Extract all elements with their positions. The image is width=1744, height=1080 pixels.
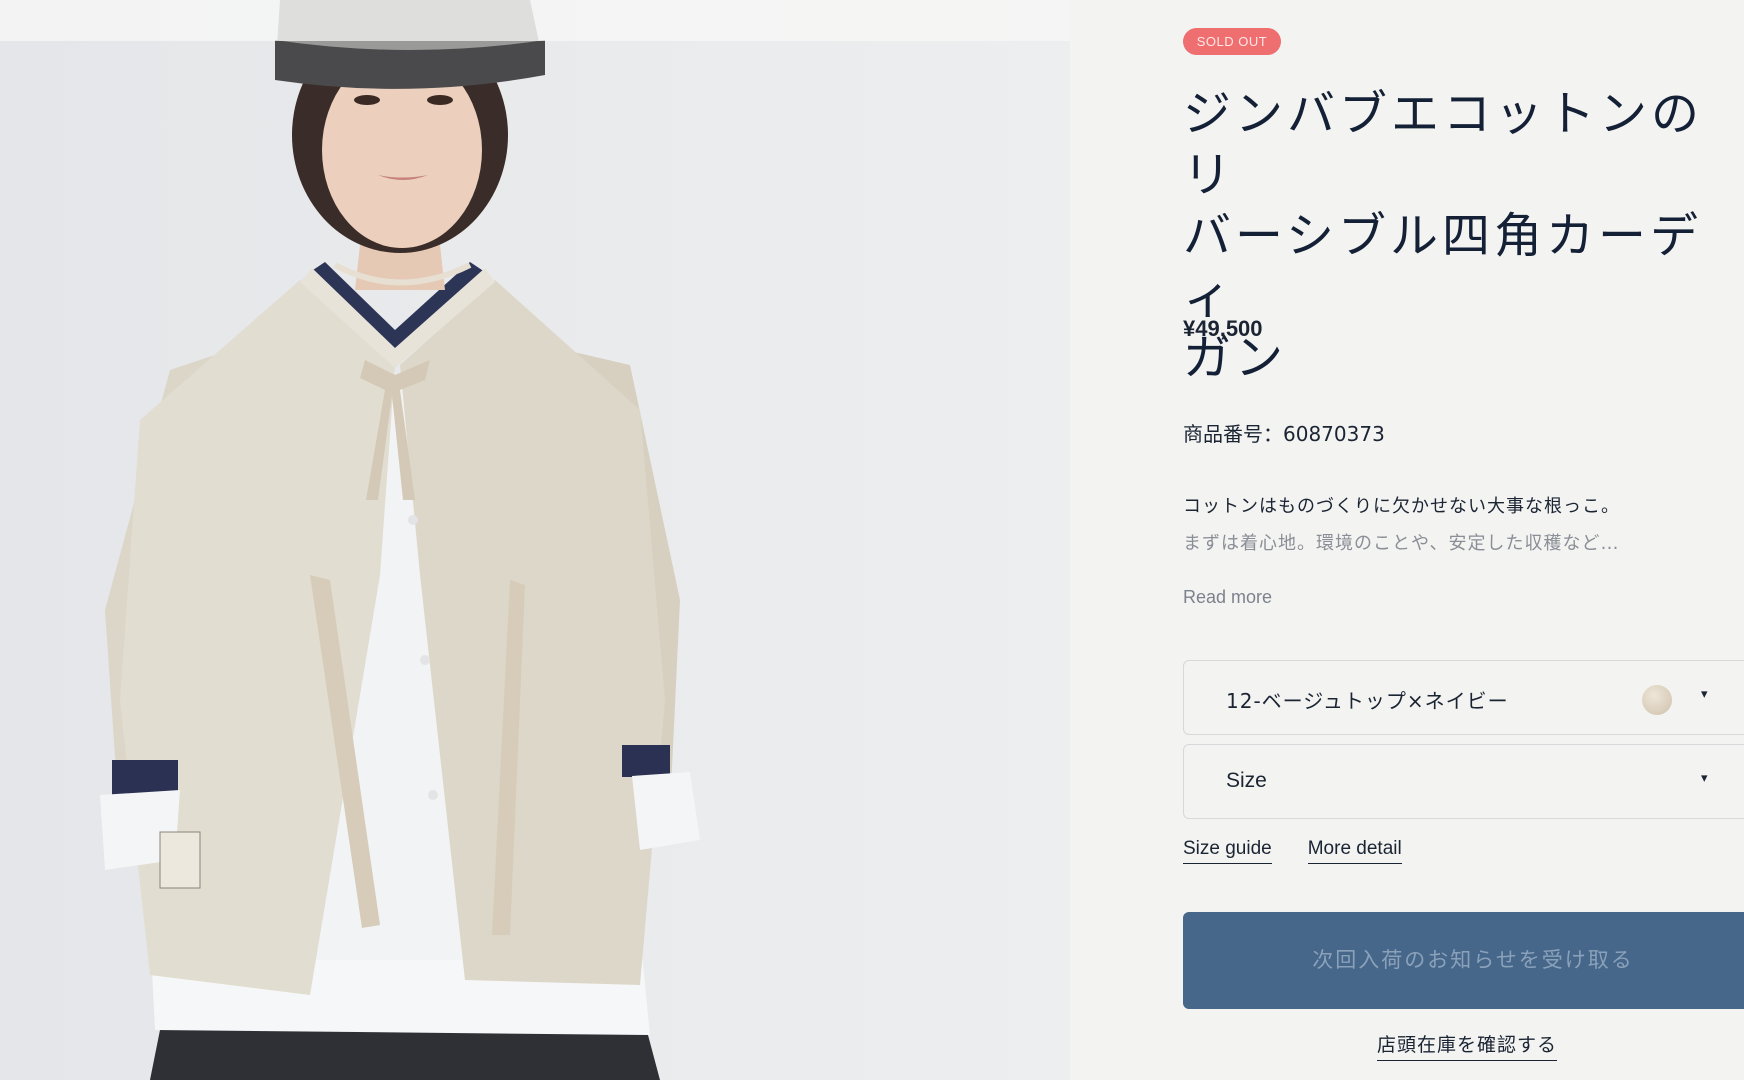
product-title: ジンバブエコットンのリ バーシブル四角カーディ ガン (1183, 84, 1743, 389)
chevron-down-icon: ▾ (1701, 687, 1708, 702)
description-line-1: コットンはものづくりに欠かせない大事な根っこ。 (1183, 496, 1620, 517)
size-select[interactable]: Size ▾ (1183, 744, 1744, 819)
description-line-2: まずは着心地。環境のことや、安定した収穫など… (1183, 533, 1620, 554)
read-more-link[interactable]: Read more (1183, 587, 1272, 608)
product-sku: 商品番号：60870373 (1183, 422, 1385, 446)
product-links: Size guide More detail (1183, 838, 1402, 864)
sold-out-badge: SOLD OUT (1183, 28, 1281, 55)
restock-notify-button[interactable]: 次回入荷のお知らせを受け取る (1183, 912, 1744, 1009)
store-stock-link[interactable]: 店頭在庫を確認する (1377, 1030, 1558, 1061)
product-title-line-2: バーシブル四角カーディ (1183, 208, 1703, 325)
product-price: ¥49,500 (1183, 316, 1263, 341)
top-overlay (0, 0, 1070, 41)
product-info-panel: SOLD OUT ジンバブエコットンのリ バーシブル四角カーディ ガン ¥49,… (1070, 0, 1744, 1080)
size-select-value: Size (1226, 769, 1267, 792)
size-guide-link[interactable]: Size guide (1183, 838, 1272, 864)
product-title-line-1: ジンバブエコットンのリ (1183, 86, 1704, 203)
color-select-value: 12-ベージュトップ×ネイビー (1226, 689, 1509, 713)
product-photo (100, 0, 700, 1080)
color-select[interactable]: 12-ベージュトップ×ネイビー ▾ (1183, 660, 1744, 735)
color-swatch (1642, 685, 1672, 715)
product-image-panel (0, 0, 1070, 1080)
more-detail-link[interactable]: More detail (1307, 838, 1402, 864)
chevron-down-icon: ▾ (1701, 771, 1708, 786)
